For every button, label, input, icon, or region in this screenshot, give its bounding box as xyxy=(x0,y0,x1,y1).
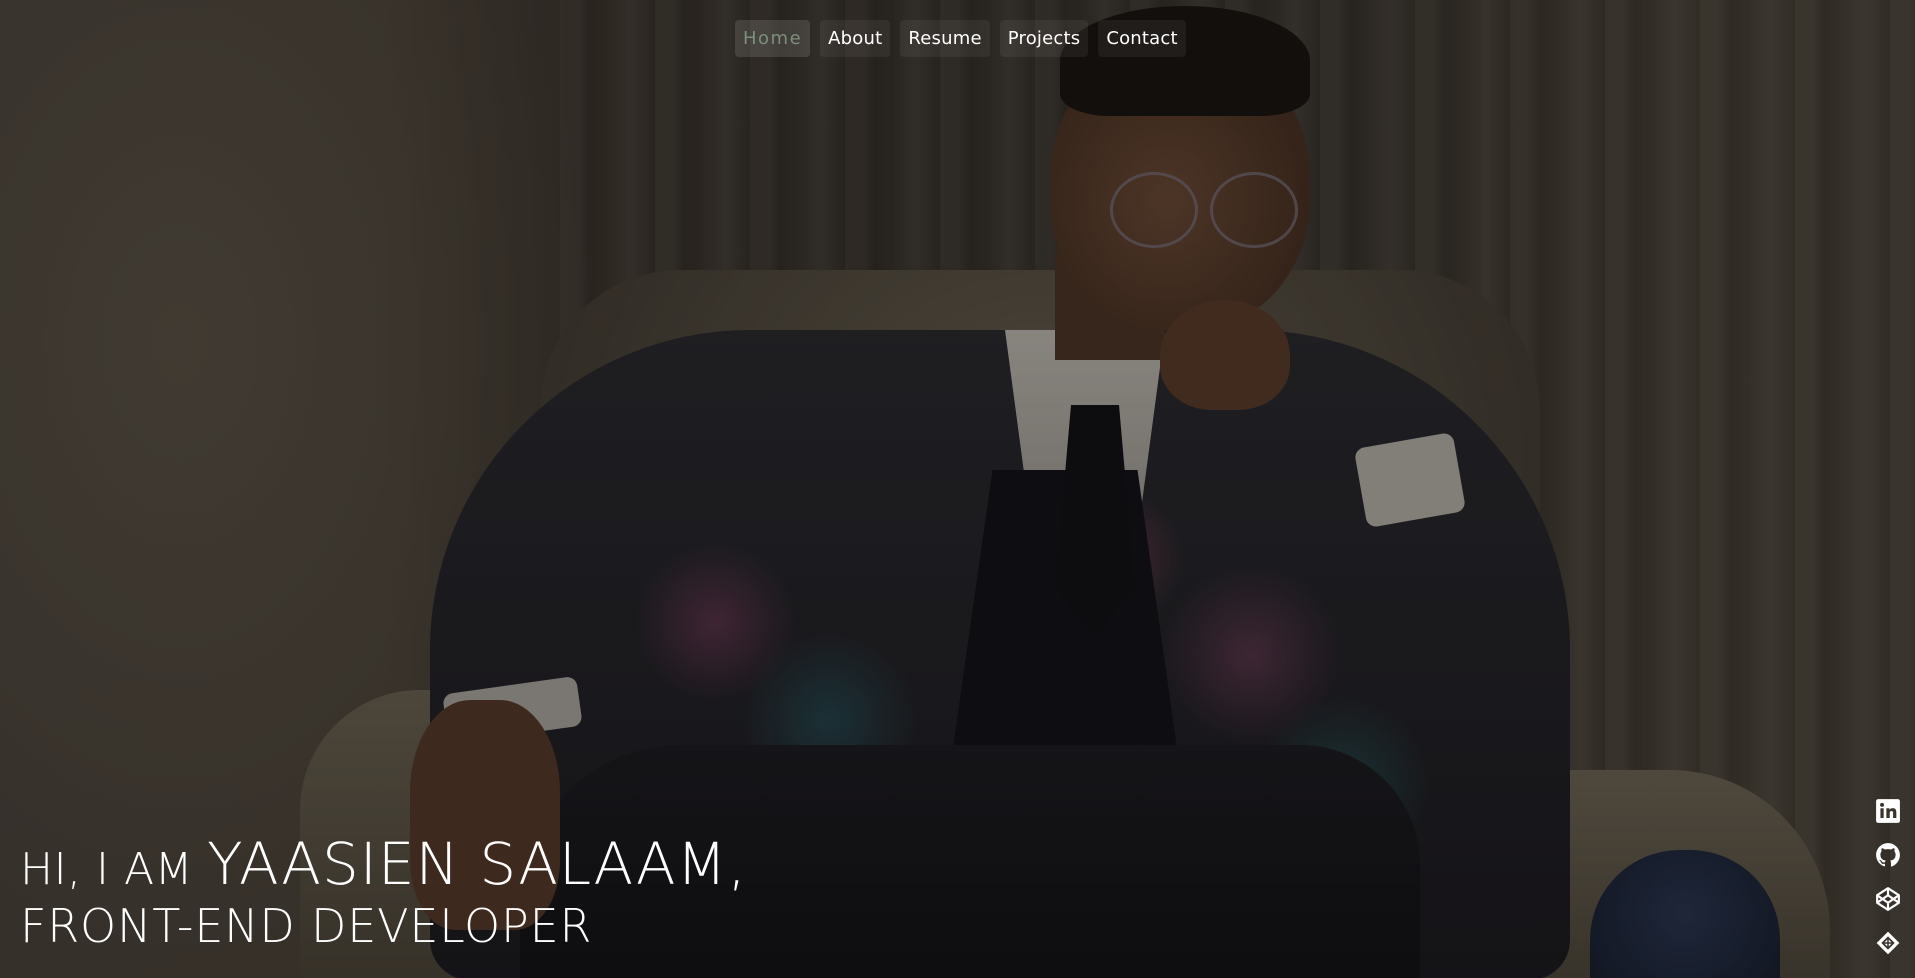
github-icon xyxy=(1876,842,1900,867)
nav-item-home[interactable]: Home xyxy=(735,20,811,57)
nav-item-about[interactable]: About xyxy=(820,20,891,57)
hero-headline-line1: HI, I AM YAASIEN SALAAM, xyxy=(20,835,747,893)
main-nav: Home About Resume Projects Contact xyxy=(735,20,1186,57)
linkedin-link[interactable] xyxy=(1875,797,1901,824)
hero-name: YAASIEN SALAAM, xyxy=(207,830,748,898)
social-links xyxy=(1875,797,1901,956)
codepen-icon xyxy=(1876,886,1900,911)
hero-headline: HI, I AM YAASIEN SALAAM, FRONT-END DEVEL… xyxy=(20,835,747,949)
codesandbox-icon xyxy=(1876,931,1900,954)
nav-item-contact[interactable]: Contact xyxy=(1098,20,1186,57)
linkedin-icon xyxy=(1876,798,1900,823)
nav-item-resume[interactable]: Resume xyxy=(900,20,990,57)
codesandbox-link[interactable] xyxy=(1875,929,1901,956)
hero-section: Home About Resume Projects Contact HI, I… xyxy=(0,0,1915,978)
hero-role: FRONT-END DEVELOPER xyxy=(20,899,593,953)
codepen-link[interactable] xyxy=(1875,885,1901,912)
github-link[interactable] xyxy=(1875,841,1901,868)
hero-intro: HI, I AM xyxy=(20,844,194,895)
nav-item-projects[interactable]: Projects xyxy=(999,20,1089,57)
